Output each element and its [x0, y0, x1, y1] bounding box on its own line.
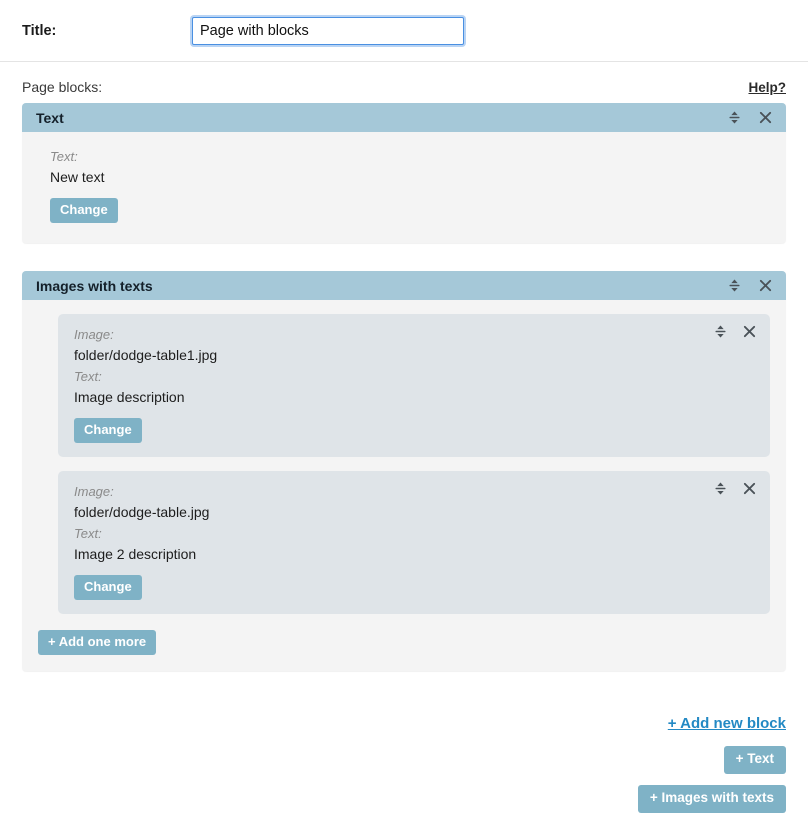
add-one-more-button[interactable]: + Add one more [38, 630, 157, 656]
image-label: Image: [74, 327, 114, 343]
list-item: Image: folder/dodge-table.jpg Text: Imag… [58, 471, 770, 615]
close-icon[interactable] [757, 277, 774, 294]
add-text-block-button[interactable]: + Text [723, 746, 786, 775]
block-header-actions [726, 109, 774, 126]
block-header: Text [22, 103, 786, 132]
text-label: Text: [74, 368, 102, 384]
field-value: New text [50, 168, 105, 185]
block-body: Text: New text Change [22, 132, 786, 243]
move-updown-icon[interactable] [726, 109, 743, 126]
add-images-block-button[interactable]: + Images with texts [637, 785, 786, 813]
move-updown-icon[interactable] [726, 277, 743, 294]
list-item-actions [712, 323, 758, 340]
text-value: Image description [74, 388, 185, 405]
change-button[interactable]: Change [50, 197, 118, 224]
block-title: Images with texts [36, 277, 153, 294]
list-item-actions [712, 480, 758, 497]
list-item: Image: folder/dodge-table1.jpg Text: Ima… [58, 314, 770, 458]
page-blocks-header: Page blocks: Help? [0, 62, 808, 103]
image-label: Image: [74, 484, 114, 500]
change-button[interactable]: Change [74, 417, 142, 444]
image-value: folder/dodge-table.jpg [74, 503, 210, 520]
block-header-actions [726, 277, 774, 294]
page-blocks-label: Page blocks: [22, 79, 103, 95]
add-text-row: + Text [22, 746, 786, 775]
title-row: Title: [0, 0, 808, 62]
block-title: Text [36, 109, 64, 126]
title-label: Title: [22, 22, 57, 39]
add-new-block-link[interactable]: + Add new block [668, 715, 786, 732]
title-input[interactable] [192, 16, 464, 45]
close-icon[interactable] [757, 109, 774, 126]
block-body: Image: folder/dodge-table1.jpg Text: Ima… [22, 300, 786, 671]
close-icon[interactable] [741, 323, 758, 340]
text-label: Text: [74, 525, 102, 541]
move-updown-icon[interactable] [712, 480, 729, 497]
block-text: Text Text: New text Change [22, 103, 786, 244]
text-value: Image 2 description [74, 545, 197, 562]
help-link[interactable]: Help? [748, 80, 786, 95]
field-label: Text: [50, 149, 78, 164]
close-icon[interactable] [741, 480, 758, 497]
add-images-row: + Images with texts [22, 785, 786, 813]
move-updown-icon[interactable] [712, 323, 729, 340]
block-header: Images with texts [22, 271, 786, 301]
footer-actions: + Add new block + Text + Images with tex… [0, 699, 808, 813]
change-button[interactable]: Change [74, 574, 142, 601]
block-images-with-texts: Images with texts Image: folder/dodge-ta… [22, 271, 786, 672]
image-value: folder/dodge-table1.jpg [74, 346, 218, 363]
blocks-container: Text Text: New text Change Images with t… [0, 103, 808, 672]
